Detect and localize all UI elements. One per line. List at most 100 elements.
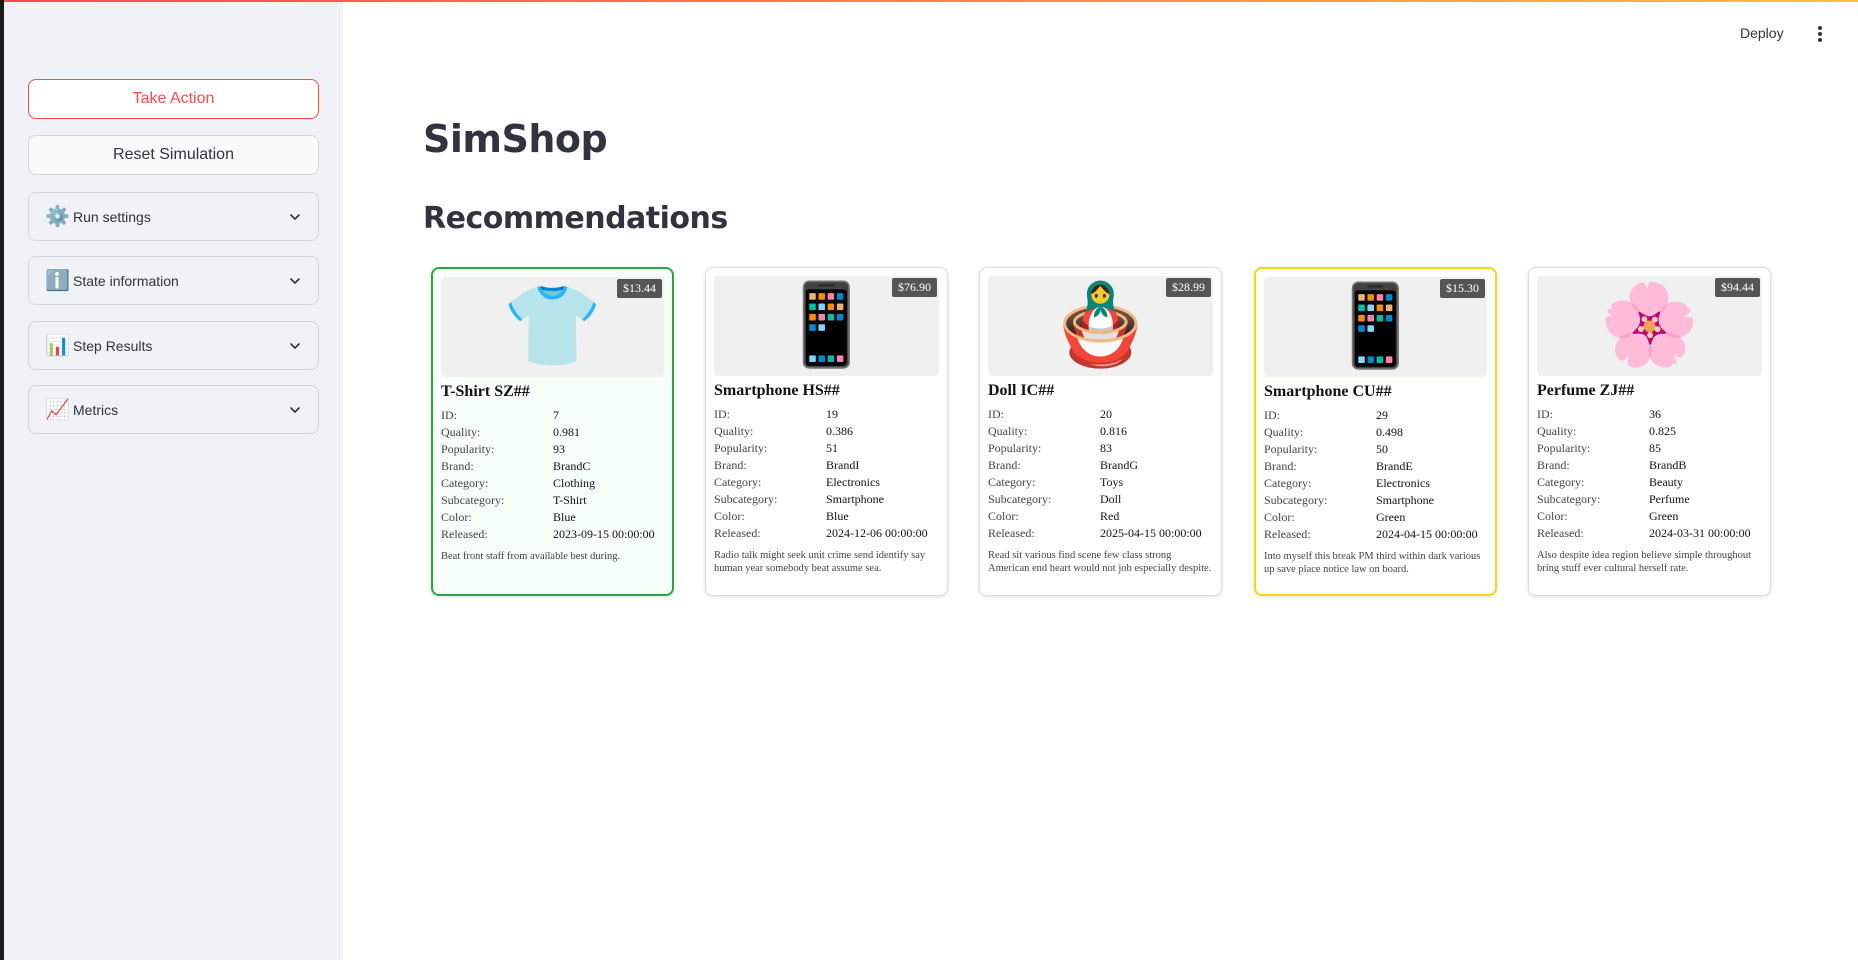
attr-label: Color:	[1537, 509, 1568, 523]
attr-value: Beauty	[1649, 475, 1683, 489]
attr-row-subcategory: Subcategory: Doll	[988, 491, 1213, 508]
attr-value: Electronics	[1376, 476, 1430, 490]
attr-value: Electronics	[826, 475, 880, 489]
reset-simulation-button[interactable]: Reset Simulation	[28, 135, 319, 175]
attr-value: Smartphone	[1376, 493, 1434, 507]
attr-row-category: Category: Toys	[988, 474, 1213, 491]
attr-row-id: ID: 19	[714, 406, 939, 423]
expander-metrics[interactable]: 📈 Metrics	[28, 385, 319, 434]
section-heading: Recommendations	[423, 201, 728, 236]
attr-label: Popularity:	[1537, 441, 1591, 455]
attr-value: 29	[1376, 408, 1388, 422]
attr-row-id: ID: 20	[988, 406, 1213, 423]
attr-label: Popularity:	[988, 441, 1042, 455]
product-name: Smartphone HS##	[714, 382, 840, 399]
expander-run-settings[interactable]: ⚙️ Run settings	[28, 192, 319, 241]
line-chart-icon: 📈	[45, 399, 70, 421]
attr-row-id: ID: 36	[1537, 406, 1762, 423]
chevron-down-icon	[290, 342, 300, 349]
attr-value: Smartphone	[826, 492, 884, 506]
attr-value: Toys	[1100, 475, 1124, 489]
attr-row-brand: Brand: BrandG	[988, 457, 1213, 474]
attr-value: 51	[826, 441, 838, 455]
attr-value: Clothing	[553, 476, 596, 490]
product-card[interactable]: 🪆 $28.99 Doll IC## ID: 20 Quality: 0.816 Popula…	[979, 267, 1222, 596]
attr-value: BrandE	[1376, 459, 1413, 473]
attr-row-released: Released: 2023-09-15 00:00:00	[441, 526, 664, 543]
attr-value: Doll	[1100, 492, 1122, 506]
attr-label: Subcategory:	[1537, 492, 1601, 506]
attr-row-category: Category: Beauty	[1537, 474, 1762, 491]
attr-label: ID:	[1537, 407, 1553, 421]
attr-row-brand: Brand: BrandB	[1537, 457, 1762, 474]
tshirt-icon: 👕	[502, 283, 603, 371]
smartphone-icon: 📱	[1325, 283, 1426, 371]
attr-value: 19	[826, 407, 838, 421]
attr-row-id: ID: 29	[1264, 407, 1487, 424]
attr-value: BrandB	[1649, 458, 1687, 472]
attr-label: Category:	[441, 476, 489, 490]
attr-row-id: ID: 7	[441, 407, 664, 424]
product-name: T-Shirt SZ##	[441, 383, 530, 400]
attr-row-quality: Quality: 0.498	[1264, 424, 1487, 441]
product-attributes: ID: 36 Quality: 0.825 Popularity: 85 Brand: Bra…	[1537, 406, 1762, 542]
attr-value: Red	[1100, 509, 1120, 523]
attr-label: Quality:	[1264, 425, 1304, 439]
attr-row-released: Released: 2024-03-31 00:00:00	[1537, 525, 1762, 542]
attr-value: 2023-09-15 00:00:00	[553, 527, 655, 541]
attr-value: T-Shirt	[553, 493, 587, 507]
product-card[interactable]: 📱 $76.90 Smartphone HS## ID: 19 Quality: 0.386…	[705, 267, 948, 596]
attr-label: Released:	[1264, 527, 1311, 541]
attr-label: Released:	[988, 526, 1035, 540]
product-description: Beat front staff from available best dur…	[441, 551, 621, 562]
attr-label: ID:	[714, 407, 730, 421]
info-icon: ℹ️	[45, 270, 70, 292]
attr-row-subcategory: Subcategory: Perfume	[1537, 491, 1762, 508]
attr-value: Blue	[826, 509, 849, 523]
product-card[interactable]: 🌸 $94.44 Perfume ZJ## ID: 36 Quality: 0.825 Pop…	[1528, 267, 1771, 596]
expander-state-information[interactable]: ℹ️ State information	[28, 256, 319, 305]
product-image: 👕 $13.44	[441, 277, 664, 377]
product-description: Into myself this break PM third within d…	[1264, 551, 1481, 575]
attr-label: Quality:	[988, 424, 1028, 438]
product-attributes: ID: 29 Quality: 0.498 Popularity: 50 Brand: Bra…	[1264, 407, 1487, 543]
price-badge: $15.30	[1440, 279, 1485, 298]
product-description: Radio talk might seek unit crime send id…	[714, 550, 926, 574]
attr-label: Quality:	[1537, 424, 1577, 438]
attr-label: ID:	[441, 408, 457, 422]
attr-row-quality: Quality: 0.981	[441, 424, 664, 441]
attr-label: ID:	[1264, 408, 1280, 422]
attr-row-subcategory: Subcategory: T-Shirt	[441, 492, 664, 509]
attr-value: 93	[553, 442, 565, 456]
product-image: 🪆 $28.99	[988, 276, 1213, 376]
attr-label: Subcategory:	[1264, 493, 1328, 507]
product-card[interactable]: 📱 $15.30 Smartphone CU## ID: 29 Quality: 0.498…	[1254, 267, 1497, 596]
product-name: Smartphone CU##	[1264, 383, 1392, 400]
attr-value: BrandG	[1100, 458, 1138, 472]
product-description: Also despite idea region believe simple …	[1537, 550, 1752, 574]
attr-row-category: Category: Electronics	[714, 474, 939, 491]
attr-value: 2025-04-15 00:00:00	[1100, 526, 1202, 540]
product-card[interactable]: 👕 $13.44 T-Shirt SZ## ID: 7 Quality: 0.981 Popu…	[431, 267, 674, 596]
more-vert-icon[interactable]	[1812, 24, 1828, 44]
expander-step-results[interactable]: 📊 Step Results	[28, 321, 319, 370]
attr-value: 0.981	[553, 425, 580, 439]
attr-label: Category:	[714, 475, 762, 489]
product-image: 📱 $15.30	[1264, 277, 1487, 377]
attr-row-brand: Brand: BrandI	[714, 457, 939, 474]
product-image: 🌸 $94.44	[1537, 276, 1762, 376]
attr-row-subcategory: Subcategory: Smartphone	[1264, 492, 1487, 509]
product-description: Read sit various find scene few class st…	[988, 550, 1212, 574]
chevron-down-icon	[290, 213, 300, 220]
attr-value: Perfume	[1649, 492, 1690, 506]
attr-label: Brand:	[441, 459, 474, 473]
attr-row-category: Category: Electronics	[1264, 475, 1487, 492]
attr-value: Green	[1649, 509, 1679, 523]
attr-value: 2024-12-06 00:00:00	[826, 526, 928, 540]
deploy-button[interactable]: Deploy	[1740, 25, 1784, 41]
attr-row-color: Color: Green	[1537, 508, 1762, 525]
attr-label: Brand:	[714, 458, 747, 472]
take-action-button[interactable]: Take Action	[28, 79, 319, 119]
attr-value: 83	[1100, 441, 1112, 455]
attr-label: Popularity:	[441, 442, 495, 456]
